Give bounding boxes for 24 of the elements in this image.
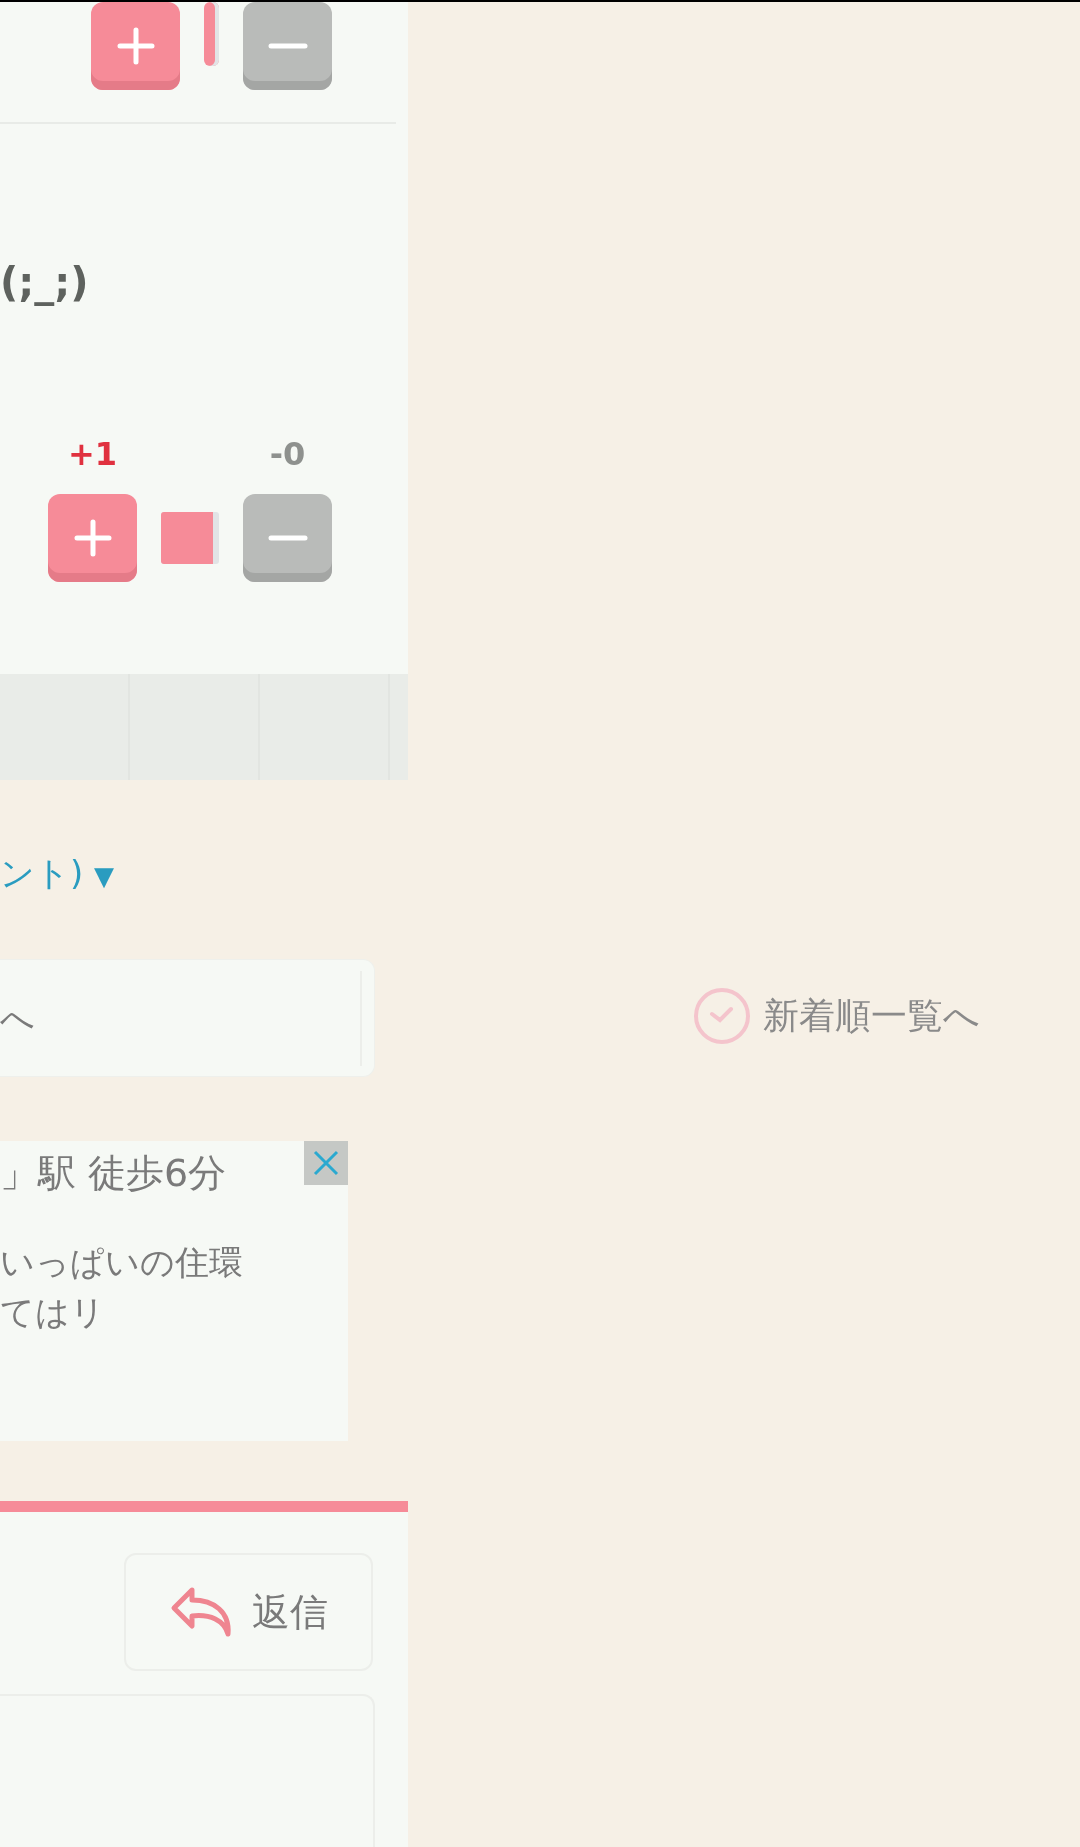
minus-button[interactable] [243, 2, 332, 90]
close-button[interactable] [304, 1141, 348, 1185]
vote-count: +1 [67, 438, 118, 470]
minus-button[interactable] [243, 494, 332, 582]
ad-text: てはリ [0, 1290, 106, 1334]
clock-icon [693, 987, 751, 1045]
ad-text: いっぱいの住環 [0, 1241, 244, 1285]
reply-icon [169, 1586, 234, 1638]
minus-icon [267, 43, 308, 49]
plus-button[interactable] [48, 494, 137, 582]
minus-icon [267, 535, 308, 541]
comments-link[interactable]: ント) ▼ [0, 848, 408, 899]
nav-link-box[interactable]: へ [0, 959, 375, 1077]
reply-button[interactable]: 返信 [124, 1553, 373, 1671]
newest-list-link[interactable]: 新着順一覧へ [693, 987, 1080, 1045]
nav-link-text: へ [0, 996, 36, 1040]
vote-count: -0 [269, 438, 306, 470]
close-icon [313, 1150, 339, 1176]
vote-gauge [204, 2, 219, 66]
plus-icon [115, 26, 156, 66]
caret-icon: ▼ [94, 861, 115, 891]
ad-text: 」駅 徒歩6分 [0, 1150, 228, 1197]
plus-button[interactable] [91, 2, 180, 90]
plus-icon [72, 518, 113, 558]
